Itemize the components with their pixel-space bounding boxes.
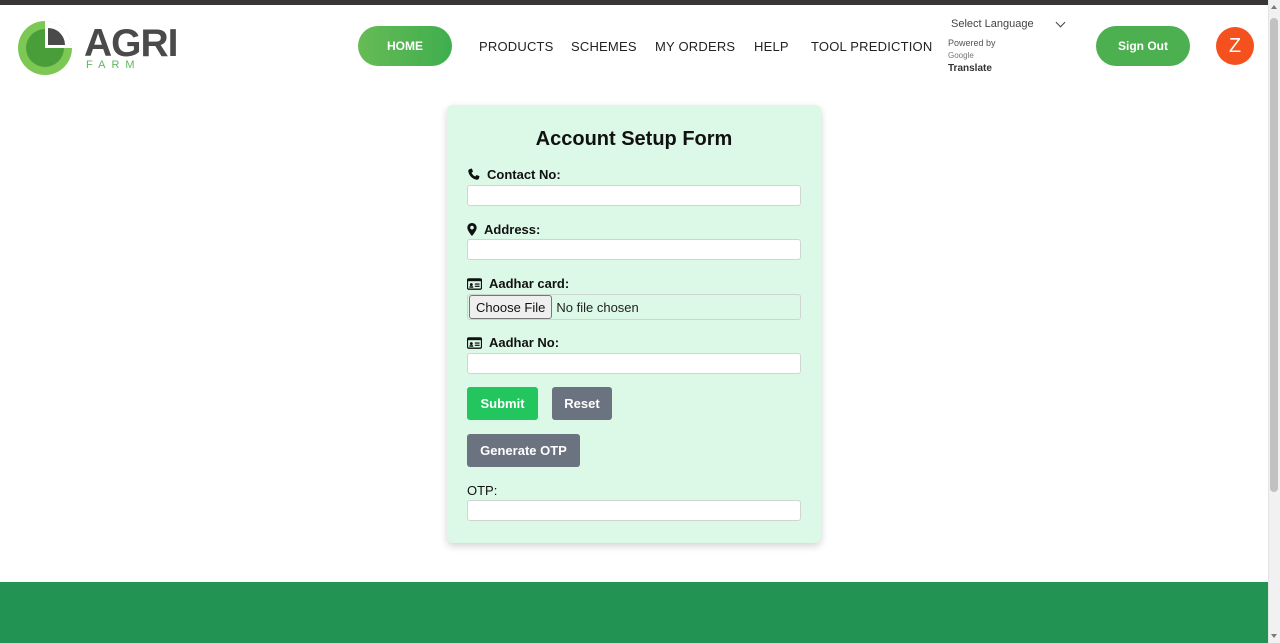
scroll-up-arrow-icon[interactable]	[1271, 5, 1277, 9]
aadhar-card-label-text: Aadhar card:	[489, 276, 570, 291]
logo-mark-icon	[18, 21, 72, 75]
aadhar-card-label: Aadhar card:	[467, 276, 569, 291]
map-marker-icon	[467, 223, 477, 236]
aadhar-no-input[interactable]	[467, 353, 801, 374]
scroll-down-arrow-icon[interactable]	[1271, 634, 1277, 638]
otp-label-text: OTP:	[467, 483, 498, 498]
sign-out-button[interactable]: Sign Out	[1096, 26, 1190, 66]
contact-input[interactable]	[467, 185, 801, 206]
otp-input[interactable]	[467, 500, 801, 521]
submit-button[interactable]: Submit	[467, 387, 538, 420]
phone-icon	[467, 168, 480, 181]
nav-my-orders-link[interactable]: MY ORDERS	[655, 39, 735, 54]
reset-button[interactable]: Reset	[552, 387, 612, 420]
nav-schemes-link[interactable]: SCHEMES	[571, 39, 637, 54]
translate-link[interactable]: Translate	[948, 63, 992, 74]
form-title: Account Setup Form	[535, 128, 733, 150]
aadhar-no-label-text: Aadhar No:	[489, 335, 560, 350]
contact-label: Contact No:	[467, 167, 561, 182]
choose-file-button[interactable]: Choose File	[469, 295, 553, 319]
nav-products-link[interactable]: PRODUCTS	[479, 39, 554, 54]
account-setup-form: Account Setup Form Contact No: Address: …	[447, 105, 821, 543]
scrollbar-thumb[interactable]	[1270, 18, 1278, 492]
google-logo-text: Google	[948, 51, 974, 60]
aadhar-no-label: Aadhar No:	[467, 335, 559, 350]
nav-home-button[interactable]: HOME	[358, 26, 452, 66]
site-header: AGRI FARM HOME PRODUCTS SCHEMES MY ORDER…	[0, 5, 1268, 85]
language-select-label: Select Language	[951, 18, 1034, 30]
file-status-text: No file chosen	[556, 299, 639, 315]
id-card-icon	[467, 336, 482, 349]
site-footer	[0, 582, 1268, 643]
agri-farm-logo[interactable]: AGRI FARM	[17, 19, 182, 77]
address-label-text: Address:	[484, 222, 541, 237]
page-scrollbar[interactable]	[1268, 0, 1280, 643]
generate-otp-button[interactable]: Generate OTP	[467, 434, 580, 467]
address-input[interactable]	[467, 239, 801, 260]
otp-label: OTP:	[467, 483, 497, 498]
contact-label-text: Contact No:	[487, 167, 561, 182]
powered-by-text: Powered by	[948, 38, 996, 48]
nav-tool-prediction-link[interactable]: TOOL PREDICTION	[811, 39, 932, 54]
aadhar-card-file-input[interactable]: Choose File No file chosen	[467, 294, 801, 320]
user-avatar[interactable]: Z	[1216, 27, 1254, 65]
chevron-down-icon	[1055, 17, 1066, 28]
brand-tagline: FARM	[86, 59, 141, 71]
id-card-icon	[467, 277, 482, 290]
address-label: Address:	[467, 222, 540, 237]
nav-help-link[interactable]: HELP	[754, 39, 789, 54]
